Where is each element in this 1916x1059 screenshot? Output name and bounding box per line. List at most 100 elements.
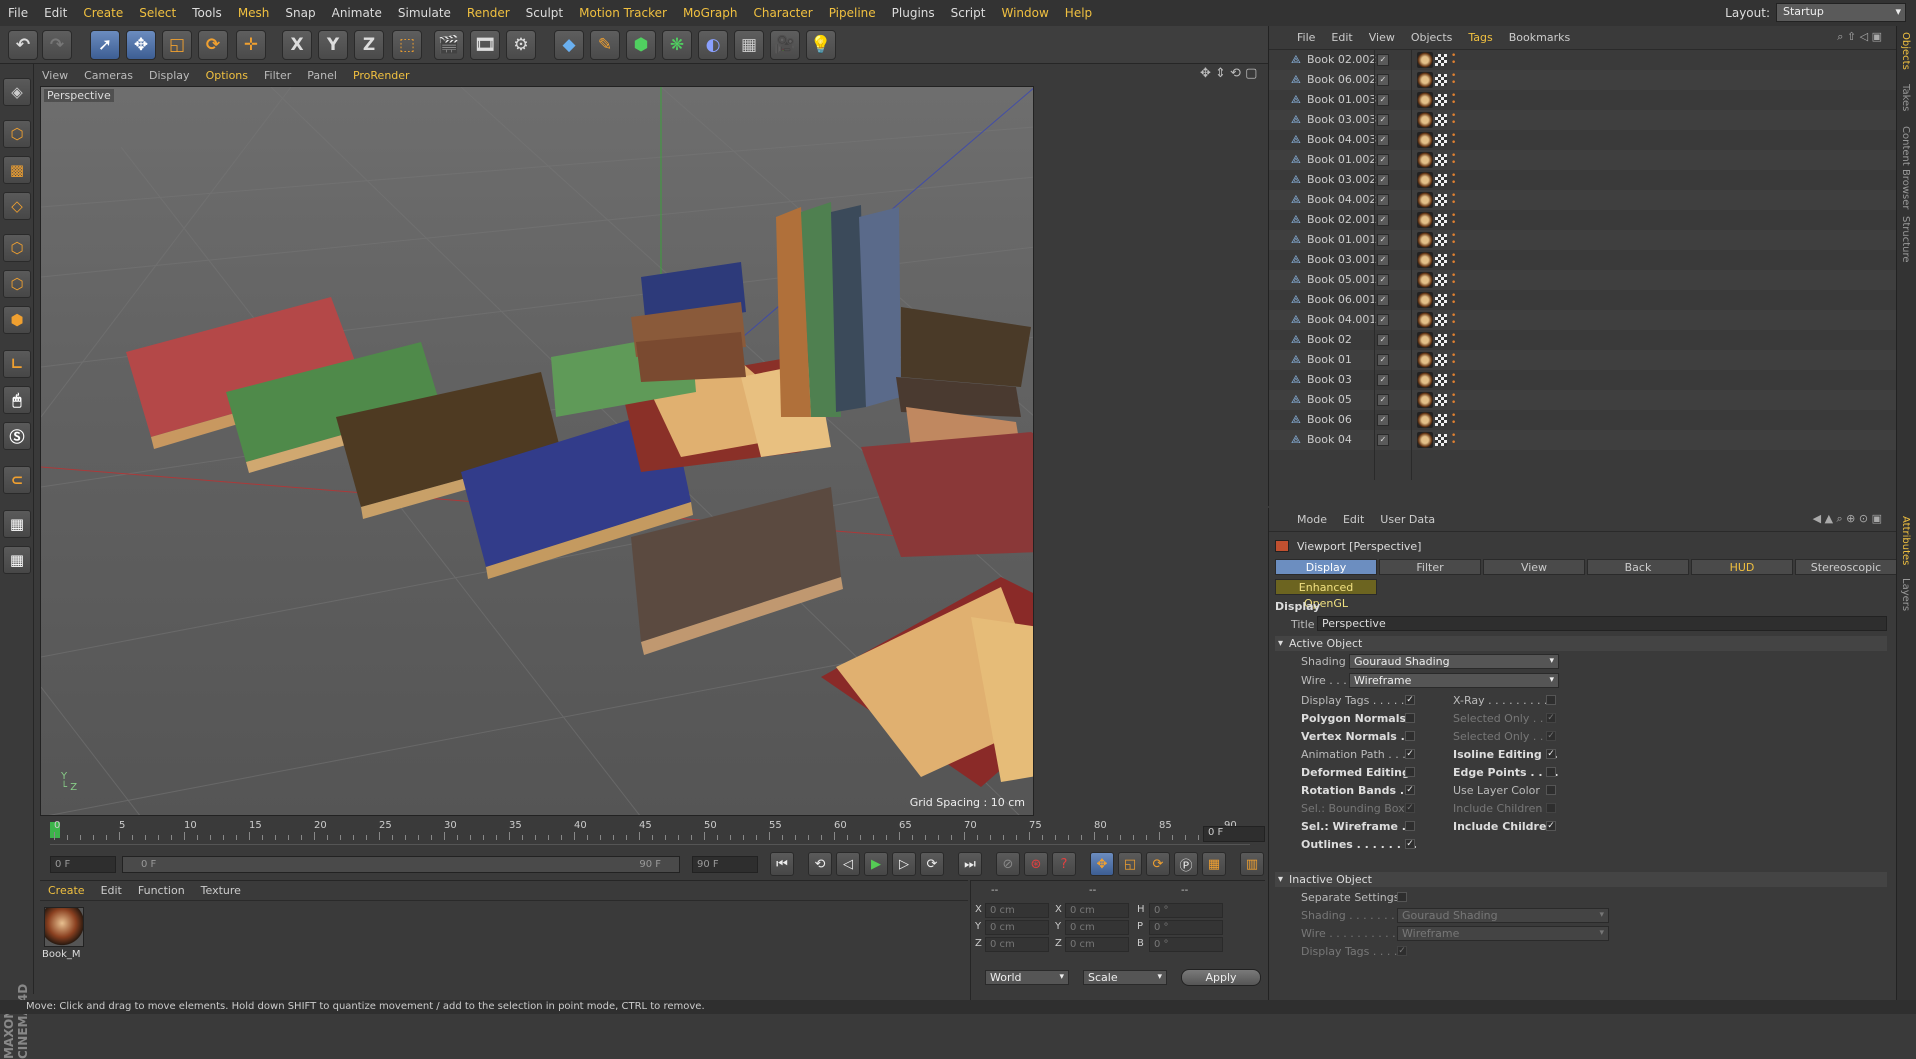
- material-menu-texture[interactable]: Texture: [193, 884, 249, 897]
- coord-size-field[interactable]: 0 cm: [1065, 937, 1129, 952]
- uvw-tag-icon[interactable]: [1435, 394, 1447, 406]
- uvw-tag-icon[interactable]: [1435, 254, 1447, 266]
- material-tag-icon[interactable]: [1417, 172, 1433, 188]
- active-object-section[interactable]: Active Object: [1275, 636, 1887, 651]
- previous-key-icon[interactable]: ⟲: [808, 852, 832, 876]
- visibility-toggle-icon[interactable]: ✓: [1377, 274, 1389, 286]
- uvw-tag-icon[interactable]: [1435, 274, 1447, 286]
- object-name[interactable]: Book 03: [1307, 370, 1352, 390]
- viewport-menu-prorender[interactable]: ProRender: [345, 69, 418, 82]
- uvw-tag-icon[interactable]: [1435, 334, 1447, 346]
- snap-icon[interactable]: ⊂: [3, 466, 31, 494]
- menu-simulate[interactable]: Simulate: [390, 6, 459, 20]
- material-tag-icon[interactable]: [1417, 252, 1433, 268]
- option-checkbox[interactable]: [1546, 785, 1556, 795]
- texture-mode-icon[interactable]: ▩: [3, 156, 31, 184]
- object-menu-file[interactable]: File: [1289, 31, 1323, 44]
- object-name[interactable]: Book 02.001: [1307, 210, 1376, 230]
- viewport-menu-options[interactable]: Options: [198, 69, 256, 82]
- phong-tag-icon[interactable]: • •: [1451, 292, 1461, 308]
- object-name[interactable]: Book 06.002: [1307, 70, 1376, 90]
- menu-tools[interactable]: Tools: [184, 6, 230, 20]
- phong-tag-icon[interactable]: • •: [1451, 52, 1461, 68]
- object-name[interactable]: Book 06.001: [1307, 290, 1376, 310]
- material-tag-icon[interactable]: [1417, 192, 1433, 208]
- menu-snap[interactable]: Snap: [277, 6, 323, 20]
- viewport-perspective[interactable]: Perspective Y └ Z Grid Spacing : 10 cm: [40, 86, 1034, 816]
- tab-back[interactable]: Back: [1587, 559, 1689, 575]
- coord-scale-select[interactable]: Scale: [1083, 970, 1167, 985]
- coord-size-field[interactable]: 0 cm: [1065, 903, 1129, 918]
- object-menu-view[interactable]: View: [1361, 31, 1403, 44]
- visibility-toggle-icon[interactable]: ✓: [1377, 374, 1389, 386]
- material-menu-create[interactable]: Create: [40, 884, 93, 897]
- phong-tag-icon[interactable]: • •: [1451, 92, 1461, 108]
- visibility-toggle-icon[interactable]: ✓: [1377, 154, 1389, 166]
- uvw-tag-icon[interactable]: [1435, 94, 1447, 106]
- material-tag-icon[interactable]: [1417, 412, 1433, 428]
- material-tag-icon[interactable]: [1417, 232, 1433, 248]
- redo-icon[interactable]: ↷: [42, 30, 72, 60]
- object-name[interactable]: Book 03.001: [1307, 250, 1376, 270]
- object-row[interactable]: ⟁ Book 02.001 ✓ • •: [1269, 210, 1897, 230]
- menu-plugins[interactable]: Plugins: [884, 6, 943, 20]
- option-checkbox[interactable]: [1405, 821, 1415, 831]
- phong-tag-icon[interactable]: • •: [1451, 232, 1461, 248]
- visibility-toggle-icon[interactable]: ✓: [1377, 194, 1389, 206]
- scale-tool-icon[interactable]: ◱: [162, 30, 192, 60]
- inactive-object-section[interactable]: Inactive Object: [1275, 872, 1887, 887]
- autokey-icon[interactable]: ⊛: [1024, 852, 1048, 876]
- menu-script[interactable]: Script: [943, 6, 994, 20]
- viewport-menu-filter[interactable]: Filter: [256, 69, 299, 82]
- menu-sculpt[interactable]: Sculpt: [518, 6, 571, 20]
- object-name[interactable]: Book 04.001: [1307, 310, 1376, 330]
- option-checkbox[interactable]: [1546, 767, 1556, 777]
- option-checkbox[interactable]: ✓: [1546, 731, 1556, 741]
- object-row[interactable]: ⟁ Book 04.002 ✓ • •: [1269, 190, 1897, 210]
- option-checkbox[interactable]: ✓: [1405, 695, 1415, 705]
- position-key-icon[interactable]: ✥: [1090, 852, 1114, 876]
- phong-tag-icon[interactable]: • •: [1451, 212, 1461, 228]
- menu-animate[interactable]: Animate: [324, 6, 390, 20]
- object-row[interactable]: ⟁ Book 04.003 ✓ • •: [1269, 130, 1897, 150]
- tab-view[interactable]: View: [1483, 559, 1585, 575]
- object-row[interactable]: ⟁ Book 06.001 ✓ • •: [1269, 290, 1897, 310]
- x-axis-button[interactable]: X: [282, 30, 312, 60]
- object-name[interactable]: Book 01.001: [1307, 230, 1376, 250]
- phong-tag-icon[interactable]: • •: [1451, 372, 1461, 388]
- viewport-navigation-icons[interactable]: ✥ ⇕ ⟲ ▢: [1200, 66, 1257, 81]
- viewport-menu-display[interactable]: Display: [141, 69, 198, 82]
- visibility-toggle-icon[interactable]: ✓: [1377, 74, 1389, 86]
- phong-tag-icon[interactable]: • •: [1451, 252, 1461, 268]
- object-name[interactable]: Book 04.002: [1307, 190, 1376, 210]
- previous-frame-icon[interactable]: ◁: [836, 852, 860, 876]
- visibility-toggle-icon[interactable]: ✓: [1377, 354, 1389, 366]
- phong-tag-icon[interactable]: • •: [1451, 72, 1461, 88]
- workplane-mode-icon[interactable]: ◇: [3, 192, 31, 220]
- object-row[interactable]: ⟁ Book 03.003 ✓ • •: [1269, 110, 1897, 130]
- object-row[interactable]: ⟁ Book 01 ✓ • •: [1269, 350, 1897, 370]
- keyframe-selection-icon[interactable]: ?: [1052, 852, 1076, 876]
- viewport-menu-view[interactable]: View: [34, 69, 76, 82]
- visibility-toggle-icon[interactable]: ✓: [1377, 234, 1389, 246]
- phong-tag-icon[interactable]: • •: [1451, 172, 1461, 188]
- phong-tag-icon[interactable]: • •: [1451, 392, 1461, 408]
- y-axis-button[interactable]: Y: [318, 30, 348, 60]
- option-checkbox[interactable]: ✓: [1405, 785, 1415, 795]
- planar-workplane-icon[interactable]: ▦: [3, 546, 31, 574]
- material-swatch[interactable]: [44, 907, 84, 947]
- phong-tag-icon[interactable]: • •: [1451, 432, 1461, 448]
- subdivision-surface-icon[interactable]: ⬢: [626, 30, 656, 60]
- visibility-toggle-icon[interactable]: ✓: [1377, 334, 1389, 346]
- uvw-tag-icon[interactable]: [1435, 434, 1447, 446]
- menu-file[interactable]: File: [0, 6, 36, 20]
- object-manager-nav-icons[interactable]: ⌕ ⇧ ◁ ▣: [1837, 30, 1882, 44]
- object-menu-edit[interactable]: Edit: [1323, 31, 1360, 44]
- material-tag-icon[interactable]: [1417, 112, 1433, 128]
- model-mode-icon[interactable]: ⬡: [3, 120, 31, 148]
- side-tab-takes[interactable]: Takes: [1900, 84, 1911, 111]
- render-view-icon[interactable]: 🎬: [434, 30, 464, 60]
- uvw-tag-icon[interactable]: [1435, 114, 1447, 126]
- play-icon[interactable]: ▶: [864, 852, 888, 876]
- end-frame-field[interactable]: 90 F: [692, 856, 758, 873]
